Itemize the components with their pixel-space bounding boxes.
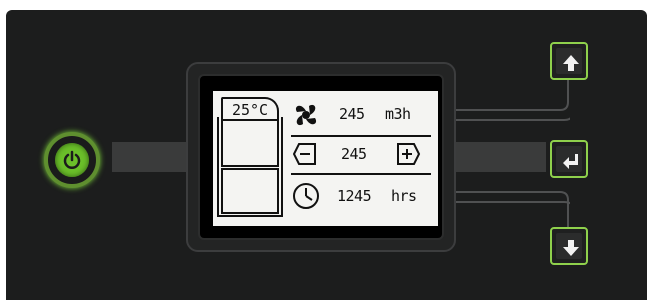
plus-arrow-icon bbox=[397, 143, 421, 165]
enter-button-face bbox=[556, 146, 582, 172]
power-icon bbox=[63, 150, 81, 169]
power-button[interactable] bbox=[44, 132, 100, 188]
arrow-down-icon bbox=[563, 240, 579, 256]
down-button[interactable] bbox=[550, 227, 588, 265]
clock-icon bbox=[293, 183, 319, 209]
power-button-face bbox=[55, 143, 89, 177]
up-button-face bbox=[556, 48, 582, 74]
enter-icon bbox=[563, 154, 578, 169]
airflow-value: 245 bbox=[339, 105, 365, 123]
fan-icon bbox=[295, 104, 317, 126]
setpoint-value: 245 bbox=[341, 145, 367, 163]
lcd-divider-1 bbox=[291, 135, 431, 137]
hours-value: 1245 bbox=[337, 187, 372, 205]
arrow-up-icon bbox=[563, 55, 579, 71]
lcd-divider-2 bbox=[291, 173, 431, 175]
airflow-unit: m3h bbox=[385, 105, 411, 123]
enter-button[interactable] bbox=[550, 140, 588, 178]
up-button[interactable] bbox=[550, 42, 588, 80]
lcd-screen: 25°C 245 m3h 245 1245 hrs bbox=[213, 91, 438, 226]
minus-arrow-icon bbox=[293, 143, 316, 165]
cabinet-drawer-top bbox=[221, 119, 279, 167]
down-button-face bbox=[556, 233, 582, 259]
cabinet-drawer-bottom bbox=[221, 168, 279, 214]
hours-unit: hrs bbox=[391, 187, 417, 205]
temperature-readout: 25°C bbox=[221, 97, 279, 119]
